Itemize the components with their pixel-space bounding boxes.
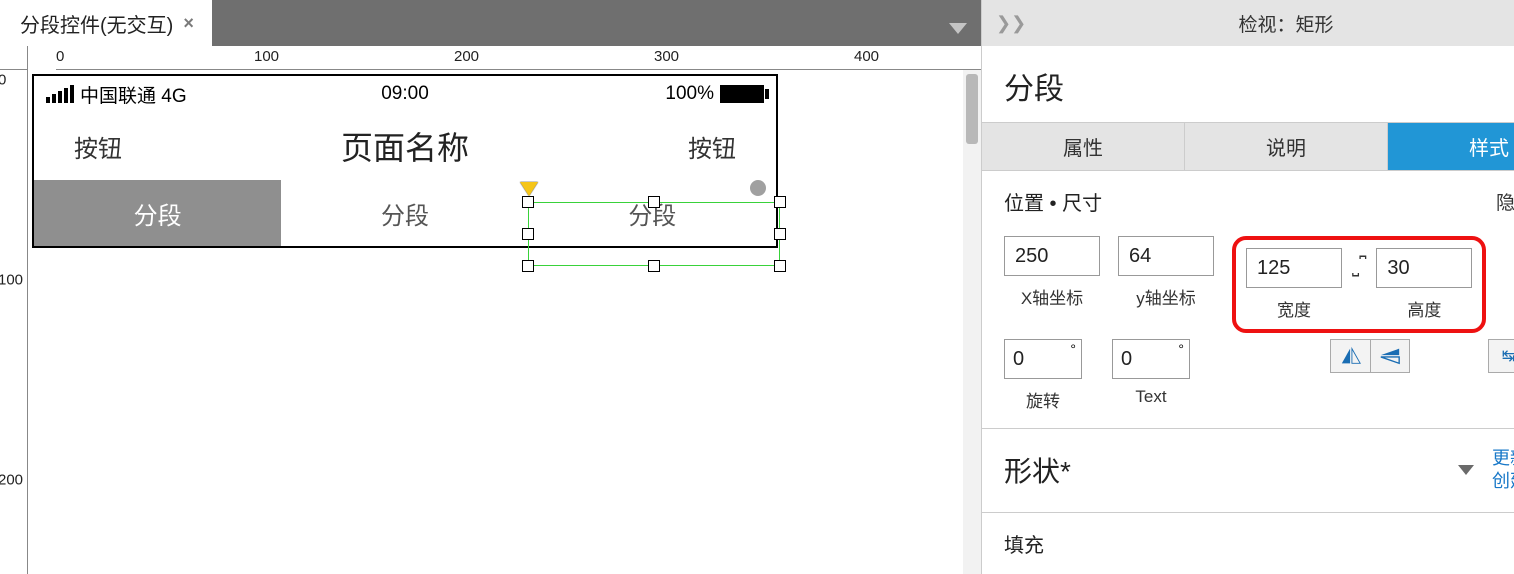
battery-icon [720, 85, 764, 103]
fill-label: 填充 [1004, 529, 1044, 558]
height-input[interactable] [1376, 248, 1472, 288]
status-bar: 中国联通 4G 09:00 100% [34, 76, 776, 112]
ruler-h-label: 400 [854, 48, 879, 65]
resize-handle[interactable] [774, 228, 786, 240]
selection-outline [528, 202, 780, 266]
close-icon[interactable]: × [183, 13, 194, 34]
widget-name: 分段 [982, 46, 1514, 123]
carrier-label: 中国联通 4G [80, 81, 187, 108]
shape-style-row: 形状* 更新 创建 [982, 429, 1514, 513]
segment-1[interactable]: 分段 [34, 180, 281, 246]
resize-handle[interactable] [648, 260, 660, 272]
inspector-tabs: 属性 说明 样式 [982, 123, 1514, 171]
anchor-marker-icon [520, 182, 538, 196]
document-tab-bar: 分段控件(无交互) × [0, 0, 981, 46]
signal-icon [46, 85, 74, 103]
scrollbar-vertical[interactable] [963, 70, 981, 574]
ruler-v-label: 0 [0, 72, 6, 89]
ruler-horizontal[interactable]: 0 100 200 300 400 [56, 46, 981, 70]
ruler-h-label: 300 [654, 48, 679, 65]
tab-notes[interactable]: 说明 [1185, 123, 1388, 170]
resize-handle[interactable] [774, 196, 786, 208]
y-label: y轴坐标 [1136, 284, 1196, 309]
position-size-group: 位置 • 尺寸 隐藏 X轴坐标 y轴坐标 宽度 [982, 171, 1514, 429]
collapse-icon[interactable]: ❯❯ [996, 13, 1026, 34]
flip-vertical-button[interactable] [1370, 339, 1410, 373]
design-canvas[interactable]: 中国联通 4G 09:00 100% 按钮 页面名称 按钮 分段 [28, 70, 981, 574]
tab-properties[interactable]: 属性 [982, 123, 1185, 170]
ruler-vertical[interactable]: 0 100 200 [0, 70, 28, 574]
nav-left-button[interactable]: 按钮 [74, 129, 122, 164]
ruler-h-label: 0 [56, 48, 64, 65]
resize-handle[interactable] [648, 196, 660, 208]
resize-handle[interactable] [522, 228, 534, 240]
y-input[interactable] [1118, 236, 1214, 276]
height-label: 高度 [1407, 296, 1441, 321]
width-input[interactable] [1246, 248, 1342, 288]
inspector-title: 检视：矩形 [1238, 10, 1333, 37]
ruler-h-label: 100 [254, 48, 279, 65]
degree-icon: ° [1070, 341, 1076, 357]
aspect-lock-icon[interactable]: ⎵⎴ [1352, 256, 1366, 277]
shape-title: 形状* [1004, 450, 1071, 490]
rotation-label: 旋转 [1026, 387, 1060, 412]
text-rotation-label: Text [1135, 387, 1166, 407]
size-highlight: 宽度 ⎵⎴ 高度 [1232, 236, 1486, 333]
hide-label: 隐藏 [1496, 188, 1514, 215]
ruler-h-label: 200 [454, 48, 479, 65]
battery-label: 100% [665, 83, 714, 105]
tab-style[interactable]: 样式 [1388, 123, 1514, 170]
nav-bar: 按钮 页面名称 按钮 [34, 112, 776, 180]
width-label: 宽度 [1277, 296, 1311, 321]
tab-title: 分段控件(无交互) [20, 9, 173, 38]
pos-size-label: 位置 • 尺寸 [1004, 187, 1102, 216]
tab-dropdown-icon[interactable] [949, 23, 967, 34]
x-input[interactable] [1004, 236, 1100, 276]
connector-dot-icon [750, 180, 766, 196]
segment-2[interactable]: 分段 [281, 180, 528, 246]
flip-horizontal-button[interactable] [1330, 339, 1370, 373]
ruler-v-label: 100 [0, 272, 23, 289]
shape-dropdown-icon[interactable] [1458, 465, 1474, 475]
x-label: X轴坐标 [1021, 284, 1083, 309]
resize-handle[interactable] [522, 196, 534, 208]
resize-handle[interactable] [522, 260, 534, 272]
resize-handle[interactable] [774, 260, 786, 272]
page-title: 页面名称 [341, 123, 469, 169]
scrollbar-thumb[interactable] [966, 74, 978, 144]
inspector-header: ❯❯ 检视：矩形 [982, 0, 1514, 46]
fit-width-button[interactable]: ↹ [1488, 339, 1514, 373]
fill-row: 填充 [982, 513, 1514, 574]
nav-right-button[interactable]: 按钮 [688, 129, 736, 164]
create-style-link[interactable]: 创建 [1492, 470, 1514, 493]
update-style-link[interactable]: 更新 [1492, 447, 1514, 470]
degree-icon: ° [1178, 341, 1184, 357]
ruler-corner [0, 46, 28, 70]
inspector-panel: ❯❯ 检视：矩形 分段 属性 说明 样式 位置 • 尺寸 隐藏 X轴坐标 [982, 0, 1514, 574]
canvas-area: 分段控件(无交互) × 0 100 200 300 400 0 100 200 [0, 0, 982, 574]
ruler-v-label: 200 [0, 472, 23, 489]
document-tab[interactable]: 分段控件(无交互) × [0, 0, 212, 46]
time-label: 09:00 [381, 83, 429, 105]
